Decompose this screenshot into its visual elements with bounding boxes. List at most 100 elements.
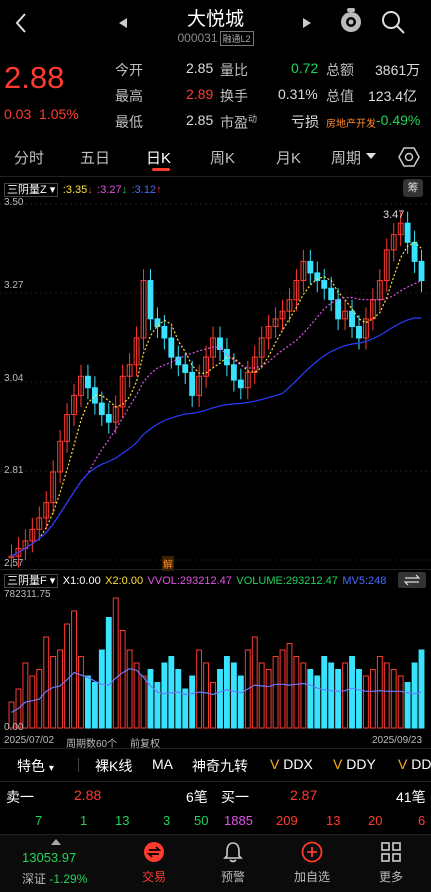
change-pct: 1.05% <box>39 106 79 122</box>
main-indicator-name[interactable]: 三阴量Z ▾ <box>4 183 59 197</box>
volume-bar <box>286 643 293 729</box>
volume-bar <box>64 623 71 729</box>
volume-bar <box>217 669 223 729</box>
divider <box>0 176 431 177</box>
vvol-value: VVOL:293212.47 <box>147 575 232 587</box>
header: 大悦城 000031 融通L2 <box>0 0 431 52</box>
volume-bar <box>175 669 182 729</box>
chip-button[interactable]: 筹 <box>403 179 423 197</box>
nav-alert-label: 预警 <box>220 870 245 884</box>
volume-bar <box>147 669 154 729</box>
sell1-volume: 6笔 <box>186 789 208 805</box>
nav-more-label: 更多 <box>378 870 403 884</box>
tab-weekly-k[interactable]: 周K <box>210 147 235 168</box>
nav-more[interactable]: 更多 <box>364 838 418 888</box>
volume-bar <box>105 617 112 729</box>
nav-alert[interactable]: 预警 <box>206 838 260 888</box>
divider <box>0 748 431 749</box>
nav-add-watchlist[interactable]: 加自选 <box>285 838 339 888</box>
candle-body <box>328 287 335 301</box>
main-indicator-legend[interactable]: 三阴量Z ▾ :3.35↓ :3.27↓ :3.12↑ <box>4 180 162 197</box>
index-name: 深证 <box>22 872 47 886</box>
tab-period[interactable]: 周期 <box>331 147 361 168</box>
volume-bar <box>210 682 216 729</box>
nav-trade-label: 交易 <box>141 870 166 884</box>
volume-chart[interactable] <box>0 588 431 736</box>
sub-indicator-settings[interactable] <box>398 572 426 588</box>
candle-body <box>230 364 237 381</box>
sector-name[interactable]: 房地产开发 <box>326 115 376 130</box>
trade-icon <box>144 842 164 862</box>
volume-bar <box>230 662 237 729</box>
sell1-label: 卖一 <box>6 789 34 805</box>
stock-code: 000031 融通L2 <box>0 31 431 46</box>
volume-bar <box>404 682 411 729</box>
toolbar-dd[interactable]: V DD <box>398 756 431 772</box>
tab-monthly-k[interactable]: 月K <box>276 147 301 168</box>
toolbar-ddy-label: DDY <box>346 756 376 772</box>
volume-bar <box>84 675 91 729</box>
vip-icon: V <box>333 756 343 772</box>
search-icon[interactable] <box>380 9 406 35</box>
volume-value: VOLUME:293212.47 <box>236 575 338 587</box>
volume-bar <box>362 675 369 729</box>
volume-bar <box>237 675 244 729</box>
ma-line-blue <box>11 317 422 557</box>
active-tab-indicator <box>152 168 170 171</box>
candlestick-chart[interactable] <box>0 196 431 568</box>
sub-indicator-legend[interactable]: 三阴量F ▾ X1:0.00 X2:0.00 VVOL:293212.47 VO… <box>4 571 431 589</box>
volume-bar <box>78 656 84 729</box>
volume-bar <box>376 656 383 729</box>
candle-body <box>98 402 105 416</box>
nav-trade[interactable]: 交易 <box>127 838 181 888</box>
volume-bar <box>154 682 161 729</box>
buy1-volume: 41笔 <box>396 789 426 805</box>
switch-icon <box>403 574 421 586</box>
mcap-value: 123.4亿 <box>368 88 418 104</box>
current-price: 2.88 <box>4 60 65 95</box>
toolbar-ddx[interactable]: V DDX <box>270 756 313 772</box>
volume-bar <box>29 675 36 729</box>
sell1-price: 2.88 <box>74 787 102 803</box>
volume-bar <box>161 662 168 729</box>
candle-body <box>237 379 244 389</box>
tab-five-day[interactable]: 五日 <box>80 147 110 168</box>
robot-icon[interactable] <box>338 8 364 36</box>
settings-icon[interactable] <box>398 146 420 168</box>
sell-detail: 7 <box>35 813 43 828</box>
sub-indicator-name[interactable]: 三阴量F ▾ <box>4 574 59 588</box>
candle-body <box>321 280 328 289</box>
x2-value: X2:0.00 <box>105 575 144 587</box>
toolbar-td9[interactable]: 神奇九转 <box>192 756 248 776</box>
candle-body <box>182 364 189 373</box>
vol-ratio-label: 量比 <box>220 62 248 78</box>
toolbar-featured[interactable]: 特色 ▾ <box>17 756 54 776</box>
candle-body <box>335 299 342 320</box>
toolbar-naked-k[interactable]: 裸K线 <box>95 756 132 776</box>
tab-daily-k[interactable]: 日K <box>146 147 171 168</box>
index-expand-icon[interactable] <box>51 839 61 846</box>
volume-bar <box>119 630 126 729</box>
period-dropdown-icon[interactable] <box>366 153 376 160</box>
next-stock-icon[interactable] <box>302 17 312 29</box>
turnover-label: 换手 <box>220 88 248 104</box>
buy-detail: 1885 <box>224 813 253 828</box>
candle-body <box>168 337 175 358</box>
sell-detail: 3 <box>163 813 171 828</box>
index-info[interactable]: 深证 -1.29% <box>22 870 87 887</box>
amount-label: 总额 <box>326 62 354 78</box>
vol-tick-max: 782311.75 <box>4 589 51 600</box>
candle-body <box>189 371 196 396</box>
price-tick-1: 3.50 <box>4 197 24 208</box>
divider <box>78 758 79 772</box>
tab-intraday[interactable]: 分时 <box>14 147 44 168</box>
toolbar-ddx-label: DDX <box>283 756 313 772</box>
toolbar-ma[interactable]: MA <box>152 756 173 772</box>
volume-bar <box>189 675 196 729</box>
volume-bar <box>335 669 342 729</box>
candle-body <box>404 222 411 243</box>
amount-value: 3861万 <box>375 62 421 78</box>
toolbar-ddy[interactable]: V DDY <box>333 756 376 772</box>
index-value[interactable]: 13053.97 <box>22 850 76 865</box>
bottom-bar: 13053.97 深证 -1.29% 交易 预警 加自选 更多 <box>0 834 431 892</box>
